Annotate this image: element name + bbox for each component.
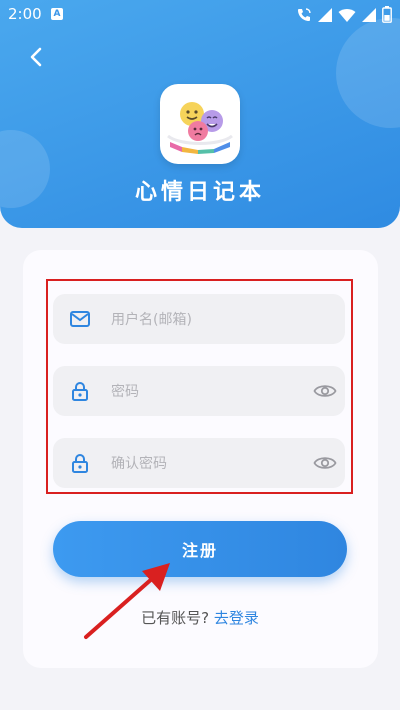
smiley-faces-icon bbox=[167, 102, 233, 154]
username-placeholder: 用户名(邮箱) bbox=[111, 312, 192, 328]
password-placeholder: 密码 bbox=[111, 384, 139, 400]
call-icon bbox=[298, 7, 311, 21]
status-bar: 2:00 A bbox=[0, 0, 400, 28]
wifi-icon bbox=[338, 8, 356, 22]
login-link[interactable]: 去登录 bbox=[214, 609, 259, 627]
notification-icon: A bbox=[51, 8, 63, 20]
eye-icon[interactable] bbox=[313, 454, 337, 472]
battery-icon bbox=[382, 6, 392, 23]
mail-icon bbox=[70, 311, 90, 327]
signal-icon bbox=[362, 7, 376, 22]
status-icons bbox=[296, 6, 392, 23]
confirm-password-placeholder: 确认密码 bbox=[111, 456, 167, 472]
back-arrow-icon bbox=[30, 47, 42, 67]
annotation-arrow-icon bbox=[84, 563, 170, 639]
back-button[interactable] bbox=[22, 42, 52, 72]
signal-icon bbox=[318, 7, 332, 22]
password-input[interactable]: 密码 bbox=[53, 366, 345, 416]
status-time: 2:00 bbox=[8, 5, 42, 23]
lock-icon bbox=[72, 382, 88, 401]
eye-icon[interactable] bbox=[313, 382, 337, 400]
lock-icon bbox=[72, 454, 88, 473]
decor-bubble bbox=[336, 18, 400, 128]
confirm-password-input[interactable]: 确认密码 bbox=[53, 438, 345, 488]
username-input[interactable]: 用户名(邮箱) bbox=[53, 294, 345, 344]
login-prompt: 已有账号? 去登录 bbox=[0, 607, 400, 628]
app-title: 心情日记本 bbox=[134, 180, 265, 205]
app-logo bbox=[160, 84, 240, 164]
